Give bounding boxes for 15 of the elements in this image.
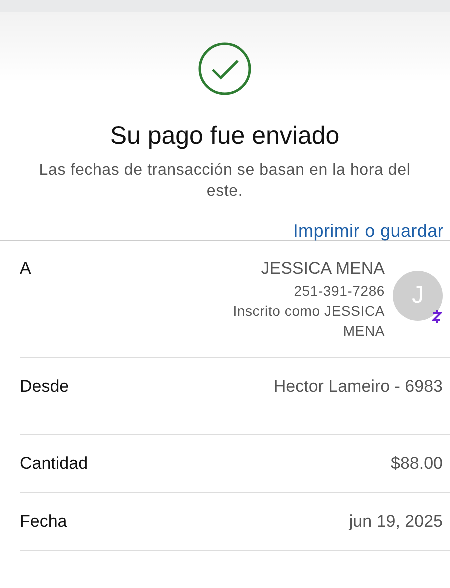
enrolled-name: Inscrito como JESSICA MENA — [232, 302, 385, 341]
confirmation-title: Su pago fue enviado — [110, 122, 340, 151]
row-value: $88.00 — [391, 454, 443, 474]
row-label: Fecha — [20, 512, 68, 532]
zelle-badge-icon — [432, 310, 442, 324]
row-value: Hector Lameiro - 6983 — [274, 377, 443, 397]
print-or-save-link[interactable]: Imprimir o guardar — [293, 221, 444, 240]
recipient-name: JESSICA MENA — [261, 259, 385, 279]
checkmark-circle-icon — [198, 42, 252, 96]
row-label: A — [20, 259, 32, 280]
row-label: Desde — [20, 377, 70, 397]
recipient-phone: 251-391-7286 — [294, 283, 385, 299]
timezone-note: Las fechas de transacción se basan en la hora del este. — [38, 161, 412, 202]
row-value: jun 19, 2025 — [349, 512, 443, 532]
row-label: Cantidad — [20, 454, 88, 474]
